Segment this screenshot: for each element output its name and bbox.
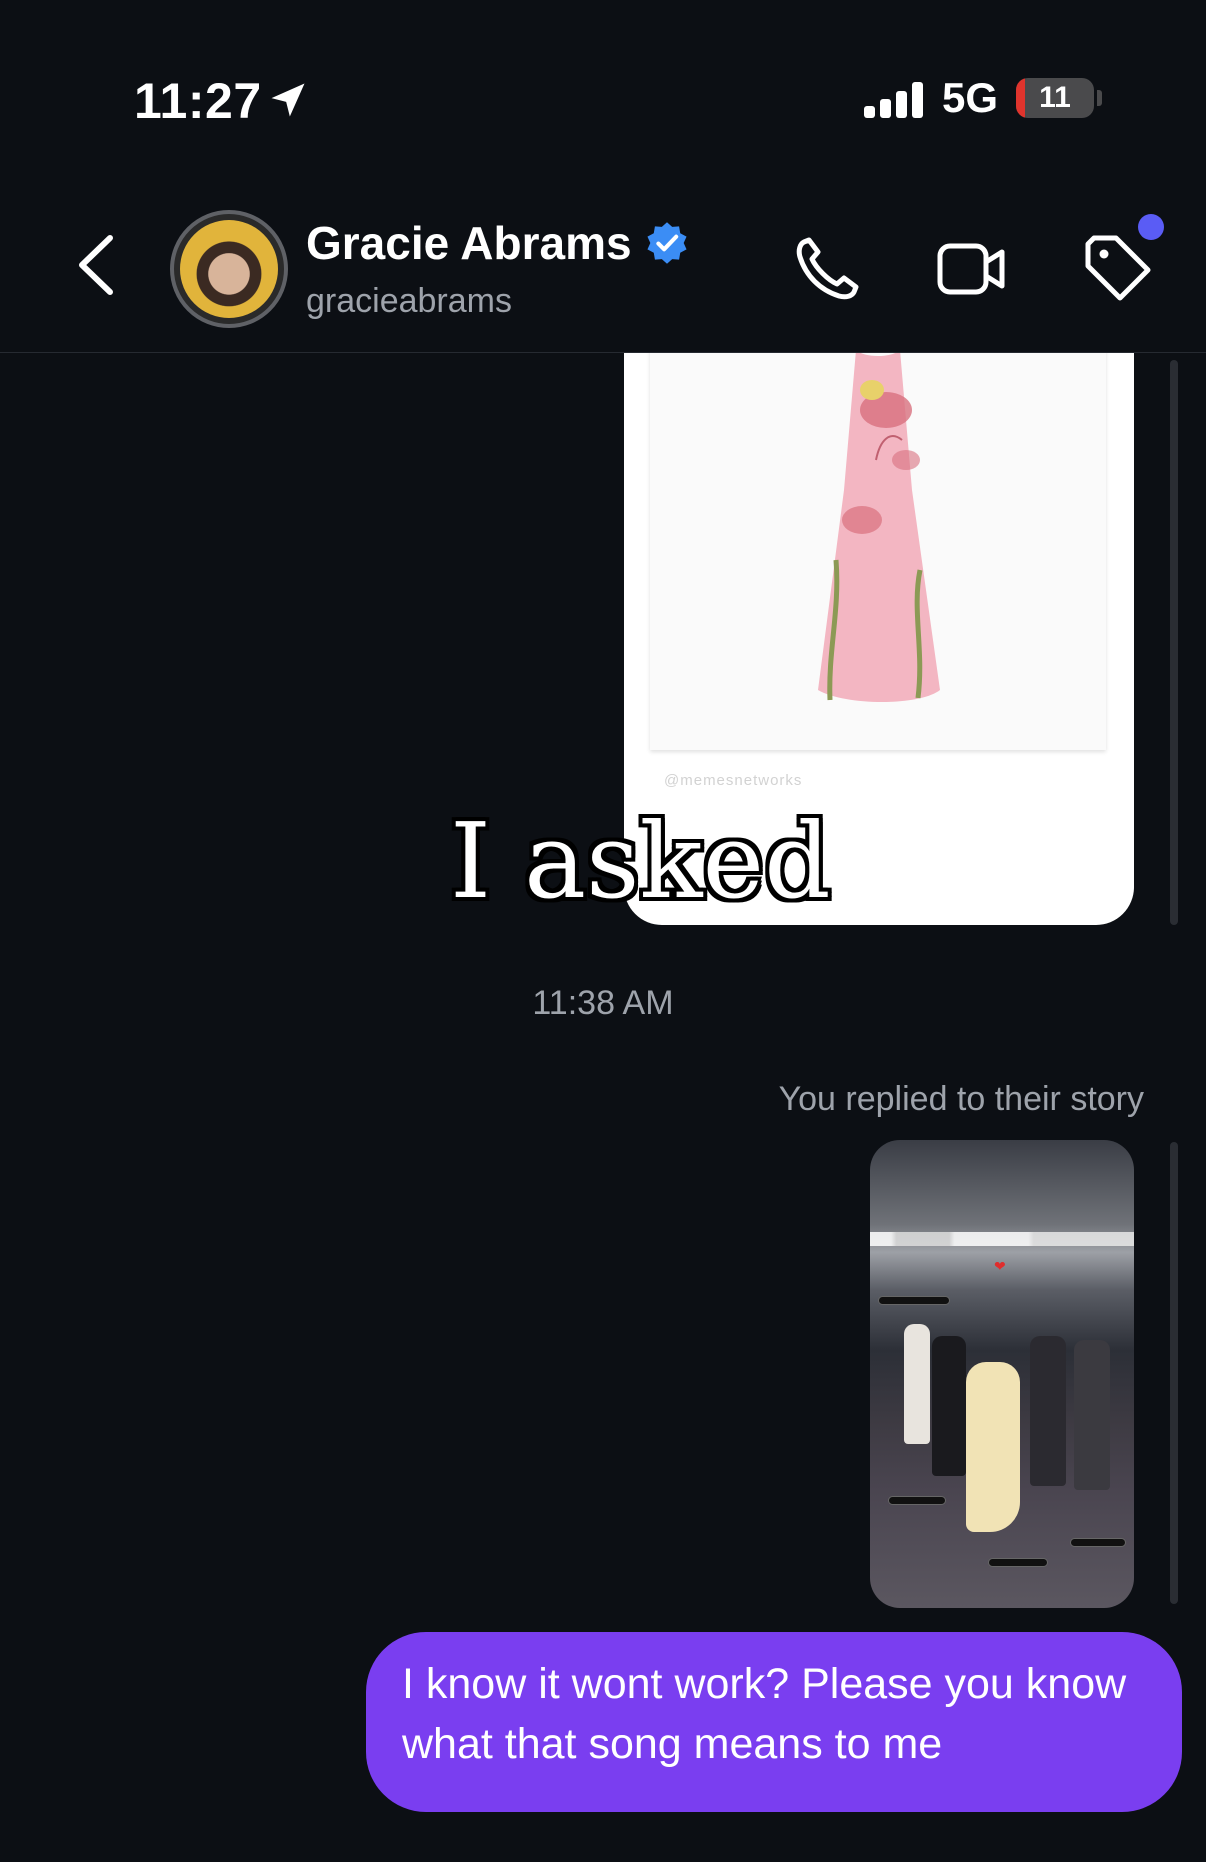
mention-tag	[888, 1496, 946, 1505]
location-arrow-icon	[271, 83, 305, 117]
performer-figure	[1074, 1340, 1110, 1490]
mention-tag	[988, 1558, 1048, 1567]
battery-percent: 11	[1039, 81, 1071, 114]
tag-icon[interactable]	[1080, 232, 1154, 306]
avatar[interactable]	[170, 210, 288, 328]
message-scroll-indicator	[1170, 1142, 1178, 1604]
message-timestamp: 11:38 AM	[532, 984, 674, 1022]
heart-icon: ❤	[994, 1258, 1006, 1274]
phone-icon[interactable]	[790, 232, 864, 306]
outgoing-message-text: I know it wont work? Please you know wha…	[402, 1660, 1127, 1768]
chevron-left-icon[interactable]	[68, 230, 124, 300]
performer-figure	[932, 1336, 966, 1476]
battery-cap	[1097, 90, 1102, 106]
dress-image	[650, 310, 1106, 750]
mention-tag	[1070, 1538, 1126, 1547]
stage-lights	[870, 1232, 1134, 1246]
performer-figure	[904, 1324, 930, 1444]
chat-header: Gracie Abrams gracieabrams	[0, 180, 1206, 353]
verified-badge-icon	[647, 222, 687, 264]
dm-screen: 11:27 5G 11 Gracie Abrams gracieabrams @…	[0, 0, 1206, 1862]
status-time: 11:27	[134, 73, 262, 129]
battery-icon: 11	[1016, 78, 1094, 118]
network-type: 5G	[942, 74, 999, 121]
story-watermark: @memesnetworks	[664, 772, 803, 789]
signal-strength-icon	[864, 80, 924, 118]
contact-username: gracieabrams	[306, 282, 512, 320]
performer-figure	[1030, 1336, 1066, 1486]
story-reply-label: You replied to their story	[778, 1080, 1144, 1118]
avatar-photo	[180, 220, 278, 318]
video-camera-icon[interactable]	[934, 232, 1008, 306]
performer-figure	[966, 1362, 1020, 1532]
dress-illustration	[818, 310, 1015, 702]
story-overlay-text: I asked	[450, 800, 831, 922]
mention-tag	[878, 1296, 950, 1305]
message-scroll-indicator	[1170, 360, 1178, 925]
notification-dot	[1138, 214, 1164, 240]
contact-name-row[interactable]: Gracie Abrams	[306, 216, 690, 270]
outgoing-message-bubble[interactable]: I know it wont work? Please you know wha…	[366, 1632, 1182, 1812]
contact-name: Gracie Abrams	[306, 217, 632, 269]
status-bar: 11:27 5G 11	[0, 0, 1206, 180]
replied-story-thumbnail[interactable]: ❤	[870, 1140, 1134, 1608]
